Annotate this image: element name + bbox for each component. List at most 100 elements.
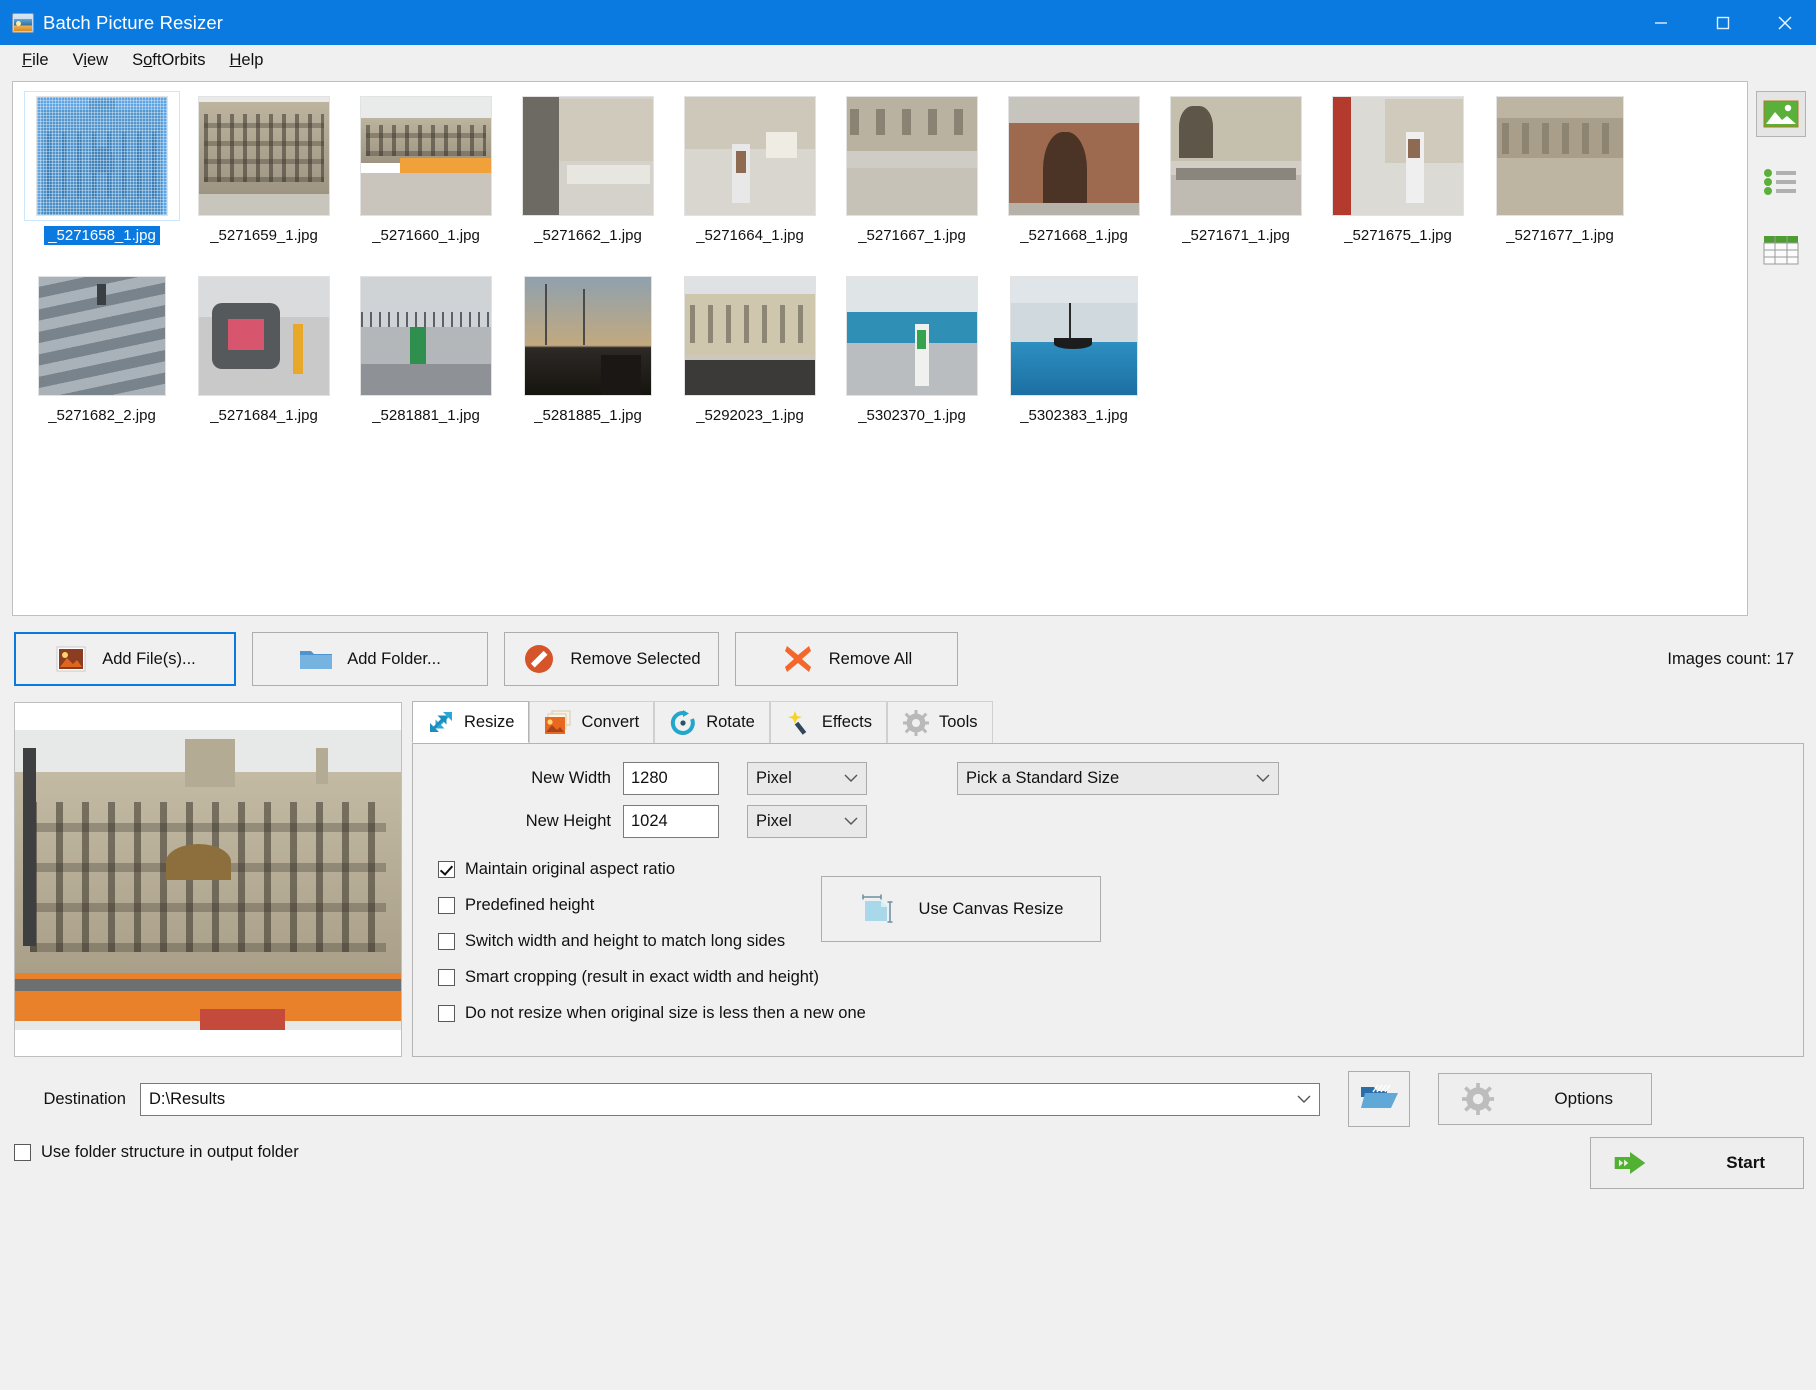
thumbnail-item[interactable]: _5302383_1.jpg [993,272,1155,452]
destination-label: Destination [14,1090,126,1109]
remove-selected-button[interactable]: Remove Selected [504,632,719,686]
thumbnail-item[interactable]: _5271668_1.jpg [993,92,1155,272]
thumbnails-area: _5271658_1.jpg _5271659_1.jpg _5271660_1.j… [12,81,1806,616]
thumbnail-list[interactable]: _5271658_1.jpg _5271659_1.jpg _5271660_1.j… [12,81,1748,616]
resize-option-row[interactable]: Switch width and height to match long si… [438,932,1803,951]
resize-option-checkbox[interactable] [438,861,455,878]
maximize-button[interactable] [1692,0,1754,45]
height-unit-value: Pixel [756,812,792,831]
standard-size-value: Pick a Standard Size [966,769,1119,788]
list-view-button[interactable] [1756,159,1806,205]
resize-option-row[interactable]: Maintain original aspect ratio [438,860,1803,879]
thumbnail-item[interactable]: _5271682_2.jpg [21,272,183,452]
tab-strip: Resize Convert [412,702,1804,744]
new-height-input[interactable] [623,805,719,838]
window-controls [1630,0,1816,45]
resize-option-checkbox[interactable] [438,1005,455,1022]
thumbnail-filename: _5271675_1.jpg [1340,226,1456,245]
resize-option-checkbox[interactable] [438,969,455,986]
tab-convert[interactable]: Convert [529,701,654,743]
thumbnail-item[interactable]: _5271684_1.jpg [183,272,345,452]
thumbnail-image [349,272,503,400]
resize-option-row[interactable]: Smart cropping (result in exact width an… [438,968,1803,987]
convert-images-icon [544,710,572,736]
thumbnail-filename: _5271667_1.jpg [854,226,970,245]
thumbnail-image [673,272,827,400]
thumbnail-item[interactable]: _5271671_1.jpg [1155,92,1317,272]
use-folder-structure-label: Use folder structure in output folder [41,1143,299,1162]
resize-option-checkbox[interactable] [438,897,455,914]
thumbnail-image [997,272,1151,400]
thumbnail-item[interactable]: _5292023_1.jpg [669,272,831,452]
thumbnail-filename: _5271659_1.jpg [206,226,322,245]
add-folder-button[interactable]: Add Folder... [252,632,488,686]
details-view-button[interactable] [1756,227,1806,273]
thumbnail-item[interactable]: _5281881_1.jpg [345,272,507,452]
preview-pane [14,702,402,1057]
standard-size-select[interactable]: Pick a Standard Size [957,762,1279,795]
browse-folder-button[interactable] [1348,1071,1410,1127]
destination-value: D:\Results [149,1090,225,1109]
tab-resize[interactable]: Resize [412,701,529,743]
thumbnail-view-button[interactable] [1756,91,1806,137]
options-button[interactable]: Options [1438,1073,1652,1125]
resize-option-checkbox[interactable] [438,933,455,950]
resize-option-row[interactable]: Predefined height [438,896,1803,915]
thumbnail-image [673,92,827,220]
thumbnail-item[interactable]: _5271659_1.jpg [183,92,345,272]
menu-help[interactable]: Help [217,48,275,73]
resize-option-row[interactable]: Do not resize when original size is less… [438,1004,1803,1023]
thumbnail-image [1483,92,1637,220]
chevron-down-icon [844,812,858,831]
menu-softorbits[interactable]: SoftOrbits [120,48,217,73]
picture-icon [54,643,88,675]
magic-wand-icon [785,710,813,736]
canvas-resize-icon [859,893,893,925]
thumbnail-item[interactable]: _5302370_1.jpg [831,272,993,452]
thumbnail-filename: _5302383_1.jpg [1016,406,1132,425]
thumbnail-filename: _5271684_1.jpg [206,406,322,425]
thumbnail-image [187,92,341,220]
lower-area: Resize Convert [14,702,1816,1057]
menu-bar: File View SoftOrbits Help [0,45,1816,75]
minimize-button[interactable] [1630,0,1692,45]
thumbnail-item[interactable]: _5271660_1.jpg [345,92,507,272]
thumbnail-item[interactable]: _5271667_1.jpg [831,92,993,272]
start-button[interactable]: Start [1590,1137,1804,1189]
resize-option-label: Do not resize when original size is less… [465,1004,866,1023]
title-bar: Batch Picture Resizer [0,0,1816,45]
width-unit-select[interactable]: Pixel [747,762,867,795]
use-folder-structure-checkbox[interactable] [14,1144,31,1161]
thumbnail-item[interactable]: _5271677_1.jpg [1479,92,1641,272]
destination-combo[interactable]: D:\Results [140,1083,1320,1116]
gear-icon [902,710,930,736]
remove-all-button[interactable]: Remove All [735,632,958,686]
thumbnail-item[interactable]: _5281885_1.jpg [507,272,669,452]
tab-tools[interactable]: Tools [887,701,993,743]
thumbnail-item[interactable]: _5271658_1.jpg [21,92,183,272]
x-mark-icon [781,643,815,675]
close-button[interactable] [1754,0,1816,45]
no-entry-icon [522,643,556,675]
thumbnail-item[interactable]: _5271662_1.jpg [507,92,669,272]
use-folder-structure-row[interactable]: Use folder structure in output folder [14,1143,1816,1162]
menu-view[interactable]: View [61,48,120,73]
thumbnail-item[interactable]: _5271675_1.jpg [1317,92,1479,272]
tab-tools-label: Tools [939,713,978,732]
tab-effects[interactable]: Effects [770,701,887,743]
height-unit-select[interactable]: Pixel [747,805,867,838]
new-width-input[interactable] [623,762,719,795]
thumbnail-item[interactable]: _5271664_1.jpg [669,92,831,272]
open-folder-icon [1359,1081,1399,1118]
thumbnail-image [997,92,1151,220]
thumbnail-filename: _5271668_1.jpg [1016,226,1132,245]
rotate-circle-icon [669,710,697,736]
thumbnail-filename: _5281885_1.jpg [530,406,646,425]
thumbnail-filename: _5281881_1.jpg [368,406,484,425]
use-canvas-resize-button[interactable]: Use Canvas Resize [821,876,1101,942]
add-files-button[interactable]: Add File(s)... [14,632,236,686]
menu-file[interactable]: File [10,48,61,73]
start-label: Start [1726,1153,1765,1173]
tab-rotate[interactable]: Rotate [654,701,770,743]
thumbnail-image [835,92,989,220]
